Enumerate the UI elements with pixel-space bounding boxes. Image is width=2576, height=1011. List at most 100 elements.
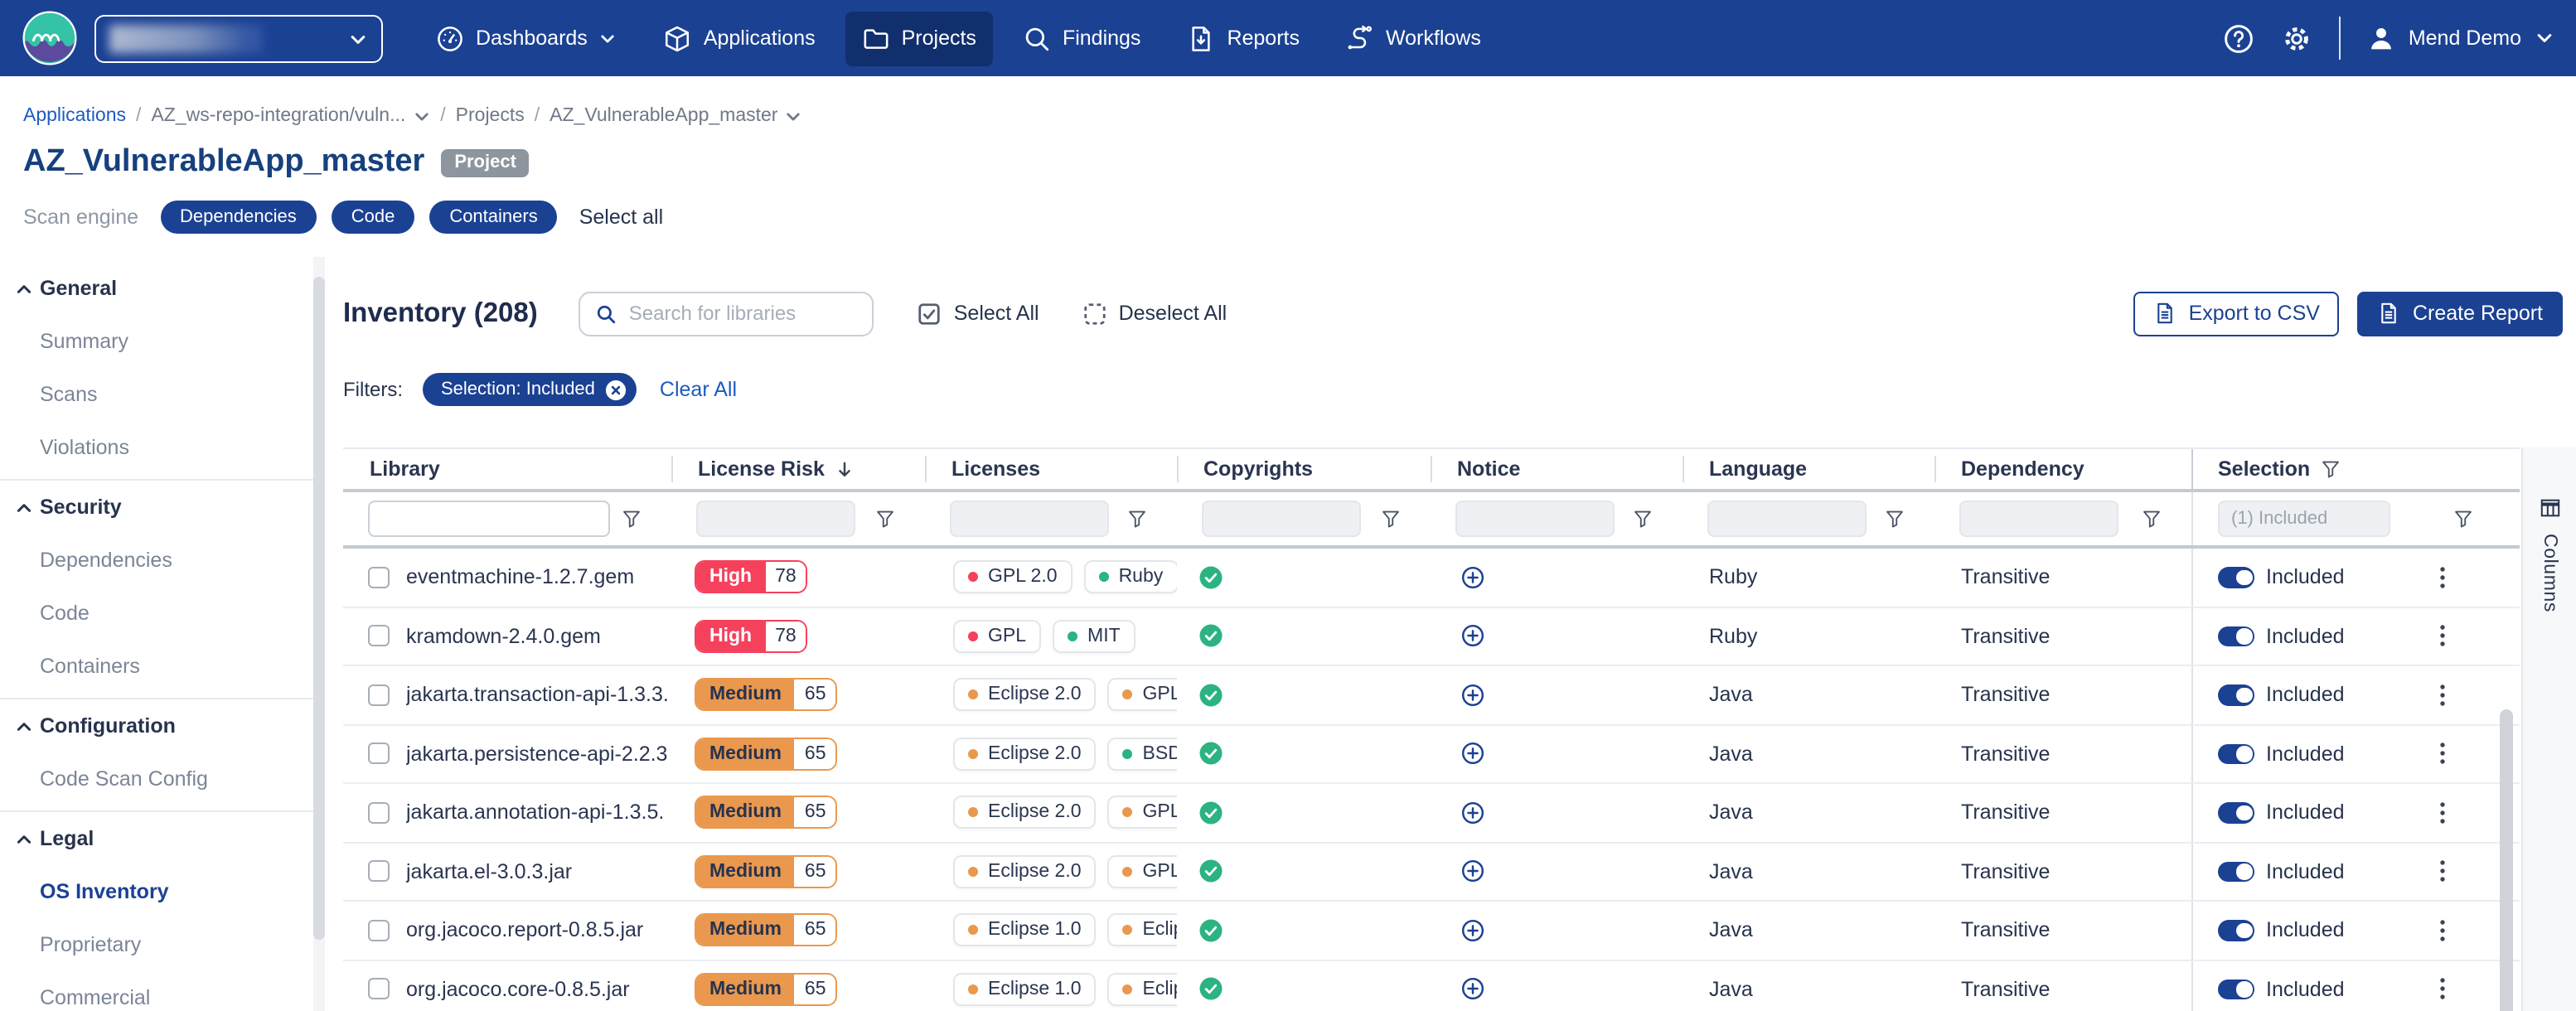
funnel-icon[interactable]	[1885, 509, 1905, 529]
table-scrollbar-thumb[interactable]	[2500, 709, 2513, 1011]
breadcrumb-item[interactable]: AZ_VulnerableApp_master	[550, 106, 802, 126]
row-checkbox[interactable]	[368, 567, 390, 588]
row-checkbox[interactable]	[368, 684, 390, 706]
table-header-cell[interactable]: Licenses	[925, 449, 1177, 489]
license-chip[interactable]: Eclipse 2.0	[953, 855, 1097, 888]
license-chip[interactable]: Eclipse 1.0	[953, 914, 1097, 947]
included-toggle[interactable]	[2218, 802, 2254, 823]
plus-circle-icon[interactable]	[1460, 977, 1485, 1002]
funnel-icon[interactable]	[2142, 509, 2162, 529]
kebab-menu-icon[interactable]	[2432, 801, 2453, 825]
sidebar-section-header[interactable]: Legal	[0, 812, 325, 865]
sidebar-item[interactable]: Summary	[0, 315, 325, 368]
license-chip[interactable]: GPL	[953, 620, 1041, 653]
sidebar-item[interactable]: Commercial	[0, 971, 325, 1011]
notice-filter-input[interactable]	[1455, 501, 1615, 537]
license-chip[interactable]: GPL	[1108, 679, 1177, 712]
included-toggle[interactable]	[2218, 979, 2254, 999]
license-chip[interactable]: GPL 2.0	[953, 561, 1073, 594]
table-header-cell[interactable]: Notice	[1431, 449, 1683, 489]
mend-logo[interactable]	[22, 10, 78, 66]
plus-circle-icon[interactable]	[1460, 565, 1485, 590]
chevron-down-icon[interactable]	[412, 107, 430, 125]
license-chip[interactable]: MIT	[1053, 620, 1135, 653]
nav-item[interactable]: Workflows	[1329, 11, 1498, 65]
active-filter-chip[interactable]: Selection: Included	[423, 373, 637, 406]
help-icon[interactable]	[2223, 22, 2254, 54]
row-checkbox[interactable]	[368, 626, 390, 647]
breadcrumb-item[interactable]: Applications	[23, 106, 126, 126]
table-header-cell[interactable]: Selection	[2191, 449, 2520, 489]
sidebar-item[interactable]: Dependencies	[0, 534, 325, 587]
library-name[interactable]: org.jacoco.report-0.8.5.jar	[406, 919, 643, 942]
nav-item[interactable]: Findings	[1006, 11, 1158, 65]
license-chip[interactable]: Eclipse 1.0	[1108, 914, 1177, 947]
columns-tab[interactable]: Columns	[2521, 447, 2576, 1011]
license-risk-filter-input[interactable]	[696, 501, 855, 537]
license-chip[interactable]: BSD	[1108, 738, 1177, 771]
sidebar-item[interactable]: OS Inventory	[0, 865, 325, 918]
plus-circle-icon[interactable]	[1460, 683, 1485, 708]
library-name[interactable]: jakarta.persistence-api-2.2.3	[406, 743, 667, 766]
table-header-cell[interactable]: Language	[1683, 449, 1934, 489]
library-name[interactable]: jakarta.transaction-api-1.3.3.	[406, 684, 669, 707]
kebab-menu-icon[interactable]	[2432, 624, 2453, 649]
kebab-menu-icon[interactable]	[2432, 742, 2453, 767]
row-checkbox[interactable]	[368, 861, 390, 883]
funnel-icon[interactable]	[1633, 509, 1653, 529]
row-checkbox[interactable]	[368, 802, 390, 824]
license-chip[interactable]: Ruby	[1084, 561, 1177, 594]
sidebar-section-header[interactable]: Security	[0, 481, 325, 534]
library-name[interactable]: jakarta.el-3.0.3.jar	[406, 860, 572, 883]
library-name[interactable]: kramdown-2.4.0.gem	[406, 625, 601, 648]
included-toggle[interactable]	[2218, 684, 2254, 705]
table-header-cell[interactable]: Library	[343, 449, 671, 489]
library-name[interactable]: jakarta.annotation-api-1.3.5.	[406, 801, 664, 825]
sidebar-item[interactable]: Proprietary	[0, 918, 325, 971]
kebab-menu-icon[interactable]	[2432, 565, 2453, 590]
scan-engine-chip[interactable]: Dependencies	[160, 201, 317, 234]
row-checkbox[interactable]	[368, 743, 390, 765]
org-selector[interactable]	[94, 14, 383, 62]
nav-item[interactable]: Reports	[1170, 11, 1316, 65]
included-toggle[interactable]	[2218, 567, 2254, 588]
kebab-menu-icon[interactable]	[2432, 859, 2453, 884]
plus-circle-icon[interactable]	[1460, 918, 1485, 943]
clear-all-link[interactable]: Clear All	[660, 378, 737, 401]
kebab-menu-icon[interactable]	[2432, 918, 2453, 943]
nav-item[interactable]: Projects	[845, 11, 993, 65]
funnel-icon[interactable]	[622, 509, 642, 529]
license-chip[interactable]: Eclipse 2.0	[953, 738, 1097, 771]
gear-icon[interactable]	[2281, 22, 2312, 54]
row-checkbox[interactable]	[368, 979, 390, 1000]
dependency-filter-input[interactable]	[1959, 501, 2118, 537]
plus-circle-icon[interactable]	[1460, 742, 1485, 767]
table-header-cell[interactable]: Copyrights	[1177, 449, 1431, 489]
license-chip[interactable]: GPL	[1108, 855, 1177, 888]
scan-engine-select-all[interactable]: Select all	[579, 206, 663, 229]
copyrights-filter-input[interactable]	[1202, 501, 1361, 537]
kebab-menu-icon[interactable]	[2432, 683, 2453, 708]
sidebar-section-header[interactable]: Configuration	[0, 699, 325, 752]
row-checkbox[interactable]	[368, 920, 390, 941]
licenses-filter-input[interactable]	[950, 501, 1109, 537]
breadcrumb-item[interactable]: Projects	[456, 106, 525, 126]
sidebar-scrollbar-thumb[interactable]	[313, 277, 325, 940]
remove-filter-icon[interactable]	[605, 379, 627, 400]
scan-engine-chip[interactable]: Containers	[429, 201, 557, 234]
license-chip[interactable]: Eclipse 2.0	[953, 679, 1097, 712]
kebab-menu-icon[interactable]	[2432, 977, 2453, 1002]
plus-circle-icon[interactable]	[1460, 624, 1485, 649]
select-all-button[interactable]: Select All	[918, 301, 1039, 326]
license-chip[interactable]: GPL	[1108, 796, 1177, 830]
library-filter-input[interactable]	[368, 501, 610, 537]
create-report-button[interactable]: Create Report	[2358, 291, 2563, 336]
nav-item[interactable]: Applications	[647, 11, 832, 65]
license-chip[interactable]: Eclipse 2.0	[953, 796, 1097, 830]
funnel-icon[interactable]	[2453, 509, 2473, 529]
plus-circle-icon[interactable]	[1460, 859, 1485, 884]
included-toggle[interactable]	[2218, 920, 2254, 941]
sidebar-item[interactable]: Code Scan Config	[0, 752, 325, 805]
export-csv-button[interactable]: Export to CSV	[2134, 291, 2340, 336]
library-search[interactable]	[579, 291, 874, 336]
